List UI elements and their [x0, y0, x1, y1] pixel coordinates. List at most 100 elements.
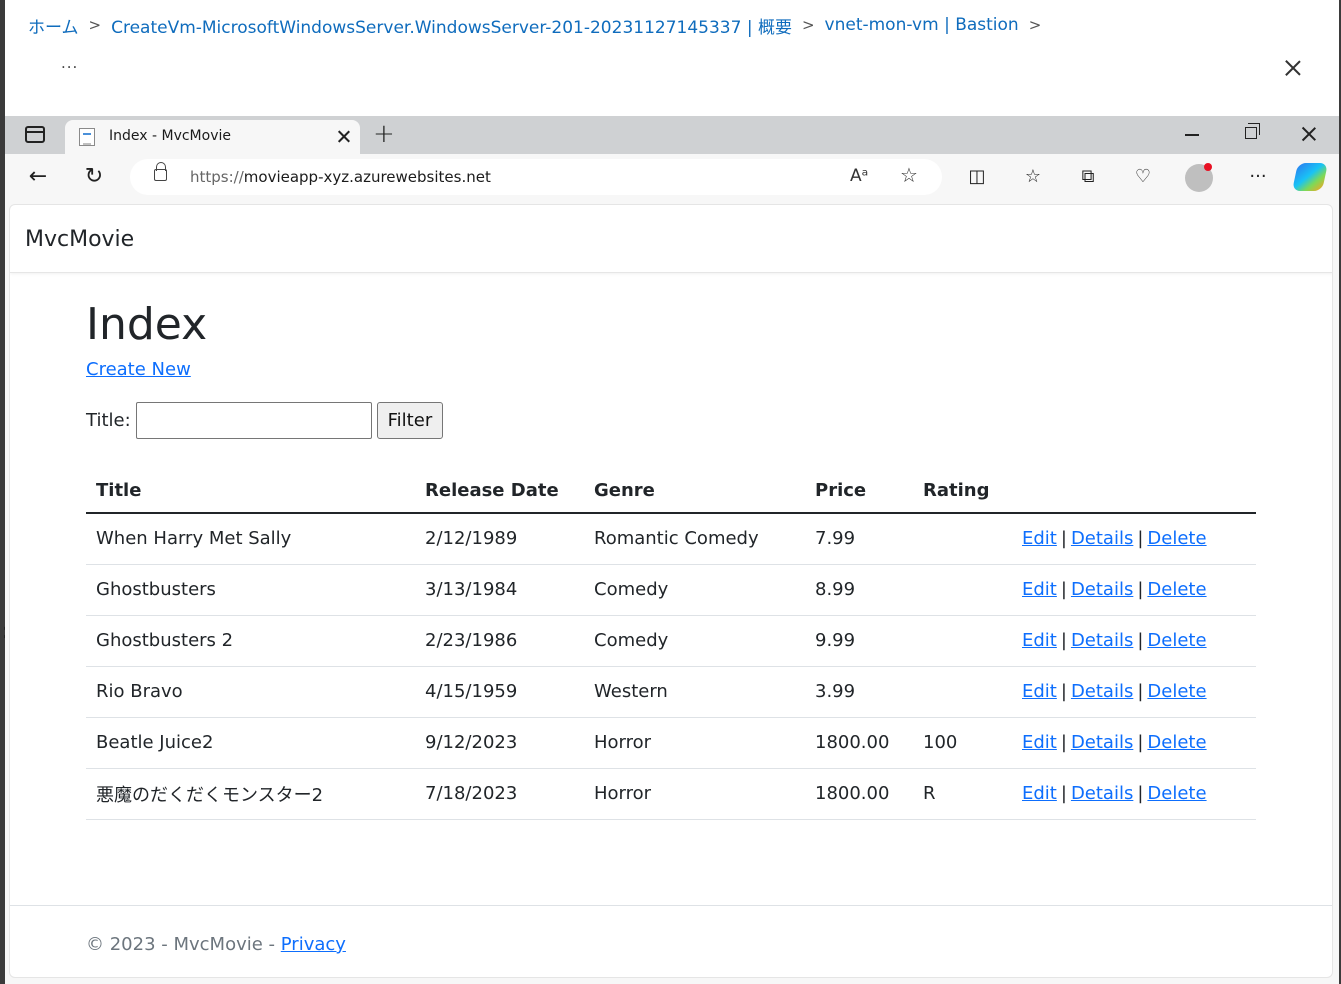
delete-link[interactable]: Delete	[1147, 579, 1206, 600]
refresh-icon[interactable]: ↻	[81, 164, 107, 190]
details-link[interactable]: Details	[1071, 528, 1133, 549]
movies-table: Title Release Date Genre Price Rating Wh…	[86, 469, 1256, 820]
favorites-icon[interactable]: ☆	[1021, 166, 1045, 190]
delete-link[interactable]: Delete	[1147, 783, 1206, 804]
delete-link[interactable]: Delete	[1147, 732, 1206, 753]
remote-browser-window: Index - MvcMovie + ← ↻ https://movieapp-…	[5, 116, 1339, 984]
copilot-icon[interactable]	[1292, 163, 1328, 191]
close-icon[interactable]	[1281, 56, 1305, 80]
filter-label: Title:	[86, 410, 131, 431]
lock-icon[interactable]	[154, 162, 167, 181]
column-header-title: Title	[86, 469, 415, 514]
breadcrumb-home[interactable]: ホーム	[28, 13, 79, 38]
genre-cell: Romantic Comedy	[584, 513, 805, 565]
details-link[interactable]: Details	[1071, 681, 1133, 702]
column-header-actions	[1012, 469, 1256, 514]
edit-link[interactable]: Edit	[1022, 681, 1057, 702]
edit-link[interactable]: Edit	[1022, 630, 1057, 651]
price-cell: 1800.00	[805, 768, 913, 820]
release-date-cell: 7/18/2023	[415, 768, 584, 820]
filter-button[interactable]: Filter	[376, 402, 444, 439]
details-link[interactable]: Details	[1071, 579, 1133, 600]
browser-tab[interactable]: Index - MvcMovie	[65, 120, 360, 154]
tab-close-icon[interactable]	[335, 128, 353, 146]
table-row: Beatle Juice2 9/12/2023 Horror 1800.00 100 Ed…	[86, 717, 1256, 769]
brand-link[interactable]: MvcMovie	[25, 227, 134, 252]
actions-cell: Edit | Details | Delete	[1012, 768, 1256, 820]
more-options-icon[interactable]: ...	[61, 54, 78, 72]
browser-essentials-icon[interactable]: ♡	[1131, 166, 1155, 190]
column-header-rating: Rating	[913, 469, 1012, 514]
table-row: When Harry Met Sally 2/12/1989 Romantic Co…	[86, 513, 1256, 565]
more-icon[interactable]: ···	[1246, 166, 1270, 190]
chevron-right-icon: >	[801, 16, 815, 34]
action-separator: |	[1137, 579, 1144, 600]
browser-toolbar: ← ↻ https://movieapp-xyz.azurewebsites.n…	[5, 154, 1339, 200]
tab-title: Index - MvcMovie	[109, 128, 231, 144]
split-screen-icon[interactable]: ◫	[965, 166, 989, 190]
profile-icon[interactable]	[1185, 163, 1213, 192]
edit-link[interactable]: Edit	[1022, 528, 1057, 549]
favicon-icon	[79, 128, 95, 146]
release-date-cell: 4/15/1959	[415, 666, 584, 718]
release-date-cell: 2/23/1986	[415, 615, 584, 667]
action-separator: |	[1060, 528, 1067, 550]
table-row: 悪魔のだくだくモンスター2 7/18/2023 Horror 1800.00 R Edit…	[86, 768, 1256, 820]
price-cell: 3.99	[805, 666, 913, 718]
edit-link[interactable]: Edit	[1022, 783, 1057, 804]
delete-link[interactable]: Delete	[1147, 681, 1206, 702]
url-host: movieapp-xyz.azurewebsites.net	[243, 168, 491, 186]
rating-cell	[913, 564, 1012, 616]
delete-link[interactable]: Delete	[1147, 630, 1206, 651]
collections-icon[interactable]: ⧉	[1076, 166, 1100, 190]
favorite-star-icon[interactable]: ☆	[900, 163, 918, 187]
details-link[interactable]: Details	[1071, 732, 1133, 753]
footer: © 2023 - MvcMovie - Privacy	[10, 905, 1332, 977]
actions-cell: Edit | Details | Delete	[1012, 564, 1256, 616]
read-aloud-icon[interactable]: Aᵃ	[850, 166, 868, 186]
breadcrumb-resource-group[interactable]: CreateVm-MicrosoftWindowsServer.WindowsS…	[111, 13, 792, 38]
action-separator: |	[1060, 783, 1067, 804]
details-link[interactable]: Details	[1071, 783, 1133, 804]
table-row: Rio Bravo 4/15/1959 Western 3.99 Edit | Detail…	[86, 666, 1256, 718]
copyright-text: © 2023 - MvcMovie -	[86, 934, 281, 955]
breadcrumb-bastion[interactable]: vnet-mon-vm | Bastion	[825, 15, 1019, 35]
create-new-link[interactable]: Create New	[86, 359, 191, 380]
rating-cell	[913, 615, 1012, 667]
back-icon[interactable]: ←	[25, 164, 51, 190]
rating-cell: 100	[913, 717, 1012, 769]
privacy-link[interactable]: Privacy	[281, 934, 346, 955]
chevron-right-icon: >	[1028, 16, 1042, 34]
sidebar-icon[interactable]	[25, 126, 45, 143]
footer-text: © 2023 - MvcMovie - Privacy	[86, 934, 346, 955]
edit-link[interactable]: Edit	[1022, 732, 1057, 753]
price-cell: 1800.00	[805, 717, 913, 769]
window-close-icon[interactable]	[1299, 124, 1319, 144]
release-date-cell: 3/13/1984	[415, 564, 584, 616]
page-title: Index	[86, 299, 208, 350]
address-bar[interactable]: https://movieapp-xyz.azurewebsites.net A…	[130, 159, 942, 195]
azure-portal: ホーム > CreateVm-MicrosoftWindowsServer.Wi…	[0, 0, 1341, 984]
table-header-row: Title Release Date Genre Price Rating	[86, 469, 1256, 514]
actions-cell: Edit | Details | Delete	[1012, 513, 1256, 565]
url-text[interactable]: https://movieapp-xyz.azurewebsites.net	[190, 168, 491, 186]
action-separator: |	[1137, 732, 1144, 753]
edit-link[interactable]: Edit	[1022, 579, 1057, 600]
minimize-icon[interactable]	[1185, 134, 1199, 136]
price-cell: 9.99	[805, 615, 913, 667]
movie-title-cell: Rio Bravo	[86, 666, 415, 718]
genre-cell: Horror	[584, 768, 805, 820]
title-filter-input[interactable]	[135, 402, 372, 439]
table-body: When Harry Met Sally 2/12/1989 Romantic Co…	[86, 513, 1256, 820]
release-date-cell: 9/12/2023	[415, 717, 584, 769]
delete-link[interactable]: Delete	[1147, 528, 1206, 549]
restore-icon[interactable]	[1245, 123, 1260, 139]
details-link[interactable]: Details	[1071, 630, 1133, 651]
table-row: Ghostbusters 3/13/1984 Comedy 8.99 Edit | Deta…	[86, 564, 1256, 616]
genre-cell: Western	[584, 666, 805, 718]
tab-strip: Index - MvcMovie +	[5, 116, 1339, 154]
page-viewport: MvcMovie Index Create New Title: Filter …	[9, 204, 1333, 978]
action-separator: |	[1137, 681, 1144, 702]
rating-cell	[913, 513, 1012, 565]
new-tab-icon[interactable]: +	[373, 121, 395, 147]
